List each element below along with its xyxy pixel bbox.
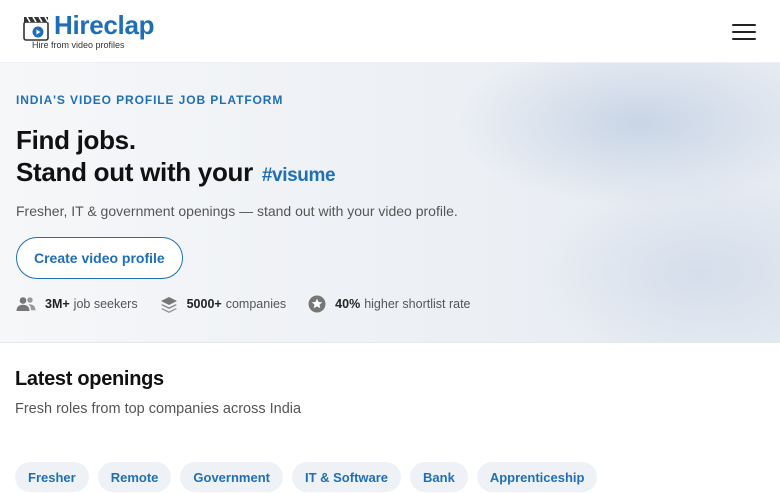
hero-headline-line2: Stand out with your #visume [16,156,336,192]
layers-icon [160,296,177,313]
category-chips: Fresher Remote Government IT & Software … [15,462,606,492]
chip-remote[interactable]: Remote [97,462,172,492]
hero-section: INDIA'S VIDEO PROFILE JOB PLATFORM Find … [0,63,780,343]
create-video-profile-button[interactable]: Create video profile [16,237,183,279]
stat-job-seekers: 3M+ job seekers [16,296,138,312]
menu-bar [732,31,756,33]
stat-companies: 5000+ companies [160,296,287,313]
stat-label: companies [225,297,287,311]
hamburger-menu-icon[interactable] [732,22,756,42]
logo-title: Hireclap [54,10,155,40]
stat-shortlist-rate: 40% higher shortlist rate [308,295,471,313]
stat-value: 5000+ [186,297,222,311]
navbar: Hireclap Hire from video profiles [0,0,780,63]
hero-headline-line1: Find jobs. [16,125,136,155]
star-badge-icon [308,295,326,313]
hero-stats: 3M+ job seekers 5000+ companies 40% high… [16,295,493,313]
chip-it-software[interactable]: IT & Software [291,462,402,492]
chip-apprenticeship[interactable]: Apprenticeship [476,462,598,492]
visume-hashtag: #visume [261,165,336,186]
stat-label: higher shortlist rate [364,297,471,311]
clapperboard-logo-icon [22,13,52,43]
stat-label: job seekers [73,297,138,311]
chip-fresher[interactable]: Fresher [15,462,89,492]
chip-bank[interactable]: Bank [410,462,468,492]
latest-openings-subtitle: Fresh roles from top companies across In… [15,401,302,417]
menu-bar [732,24,756,26]
hero-eyebrow: INDIA'S VIDEO PROFILE JOB PLATFORM [16,93,284,107]
hero-subtitle: Fresher, IT & government openings — stan… [16,203,458,219]
latest-openings-title: Latest openings [15,368,164,390]
menu-bar [732,38,756,40]
users-icon [16,297,36,311]
stat-value: 40% [335,297,361,311]
logo[interactable]: Hireclap Hire from video profiles [22,10,155,53]
hero-headline-text: Stand out with your [16,157,253,187]
chip-government[interactable]: Government [180,462,283,492]
stat-value: 3M+ [45,297,70,311]
